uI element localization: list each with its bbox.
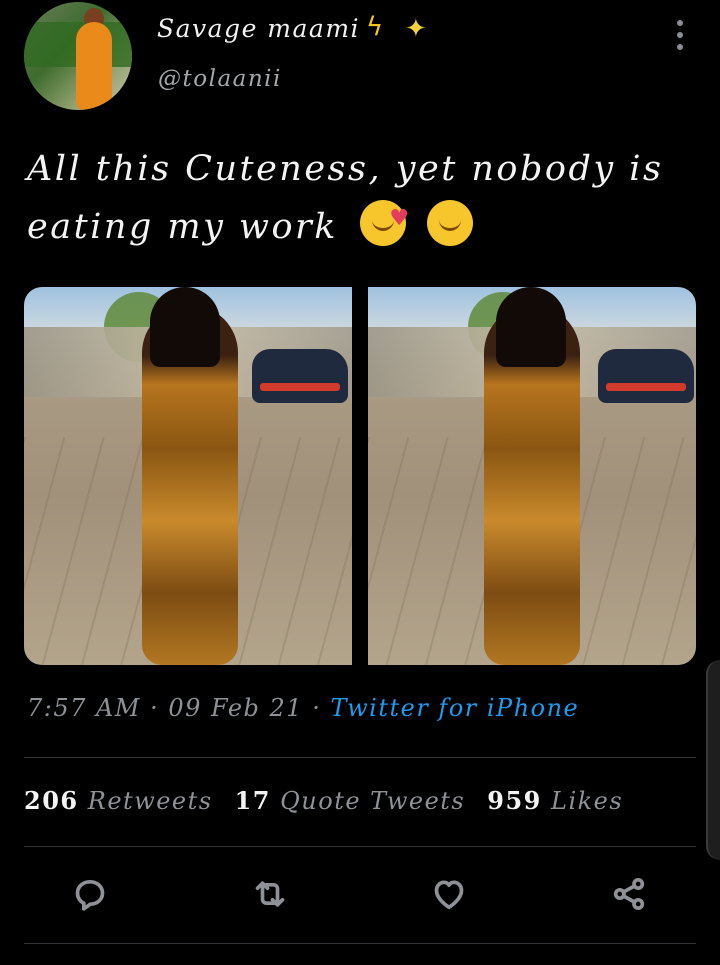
meta-separator: · [140,694,169,722]
tweet-text: All this Cuteness, yet nobody is eating … [27,140,687,256]
more-options-icon[interactable] [670,20,690,50]
retweets-stat[interactable]: 206 Retweets [24,786,235,815]
tweet-source-link[interactable]: Twitter for iPhone [330,694,579,722]
sparkles-emoji-icon: ✦ [405,14,427,44]
tweet-time[interactable]: 7:57 AM [27,694,141,722]
divider [24,846,696,847]
display-name[interactable]: Savage maami [157,14,360,43]
reply-icon [75,880,105,911]
retweet-icon [255,881,285,907]
face-blowing-a-kiss-emoji-icon [427,200,474,246]
likes-label: Likes [551,787,624,815]
tweet-photo-2[interactable] [368,287,696,665]
scroll-handle[interactable] [706,660,720,860]
photo-hair [496,287,566,367]
tweet-stats: 206 Retweets 17 Quote Tweets 959 Likes [24,786,645,815]
tweet-photo-1[interactable] [24,287,352,665]
tweet-date[interactable]: 09 Feb 21 [168,694,303,722]
share-button[interactable] [607,872,651,916]
share-icon [613,878,645,910]
retweets-label: Retweets [87,787,213,815]
like-icon [434,880,464,910]
smiling-face-with-hearts-emoji-icon [359,190,412,248]
photo-car [252,349,348,403]
divider [24,943,696,944]
likes-stat[interactable]: 959 Likes [487,786,645,815]
quote-tweets-label: Quote Tweets [280,787,466,815]
avatar-figure [76,22,112,110]
retweets-count: 206 [24,786,79,815]
tweet-actions [0,872,720,922]
avatar[interactable] [24,2,132,110]
photo-hair [150,287,220,367]
retweet-button[interactable] [248,872,292,916]
quote-tweets-stat[interactable]: 17 Quote Tweets [234,786,488,815]
tweet-timestamp: 7:57 AM · 09 Feb 21 · Twitter for iPhone [27,694,579,722]
divider [24,757,696,758]
meta-separator: · [303,694,331,722]
tweet-media [24,287,696,665]
like-button[interactable] [427,872,471,916]
user-handle[interactable]: @tolaanii [158,66,282,92]
likes-count: 959 [487,786,542,815]
high-voltage-emoji-icon: ϟ [366,12,384,42]
photo-car [598,349,694,403]
tweet-body: All this Cuteness, yet nobody is eating … [27,149,664,247]
quote-tweets-count: 17 [234,786,271,815]
reply-button[interactable] [68,872,112,916]
